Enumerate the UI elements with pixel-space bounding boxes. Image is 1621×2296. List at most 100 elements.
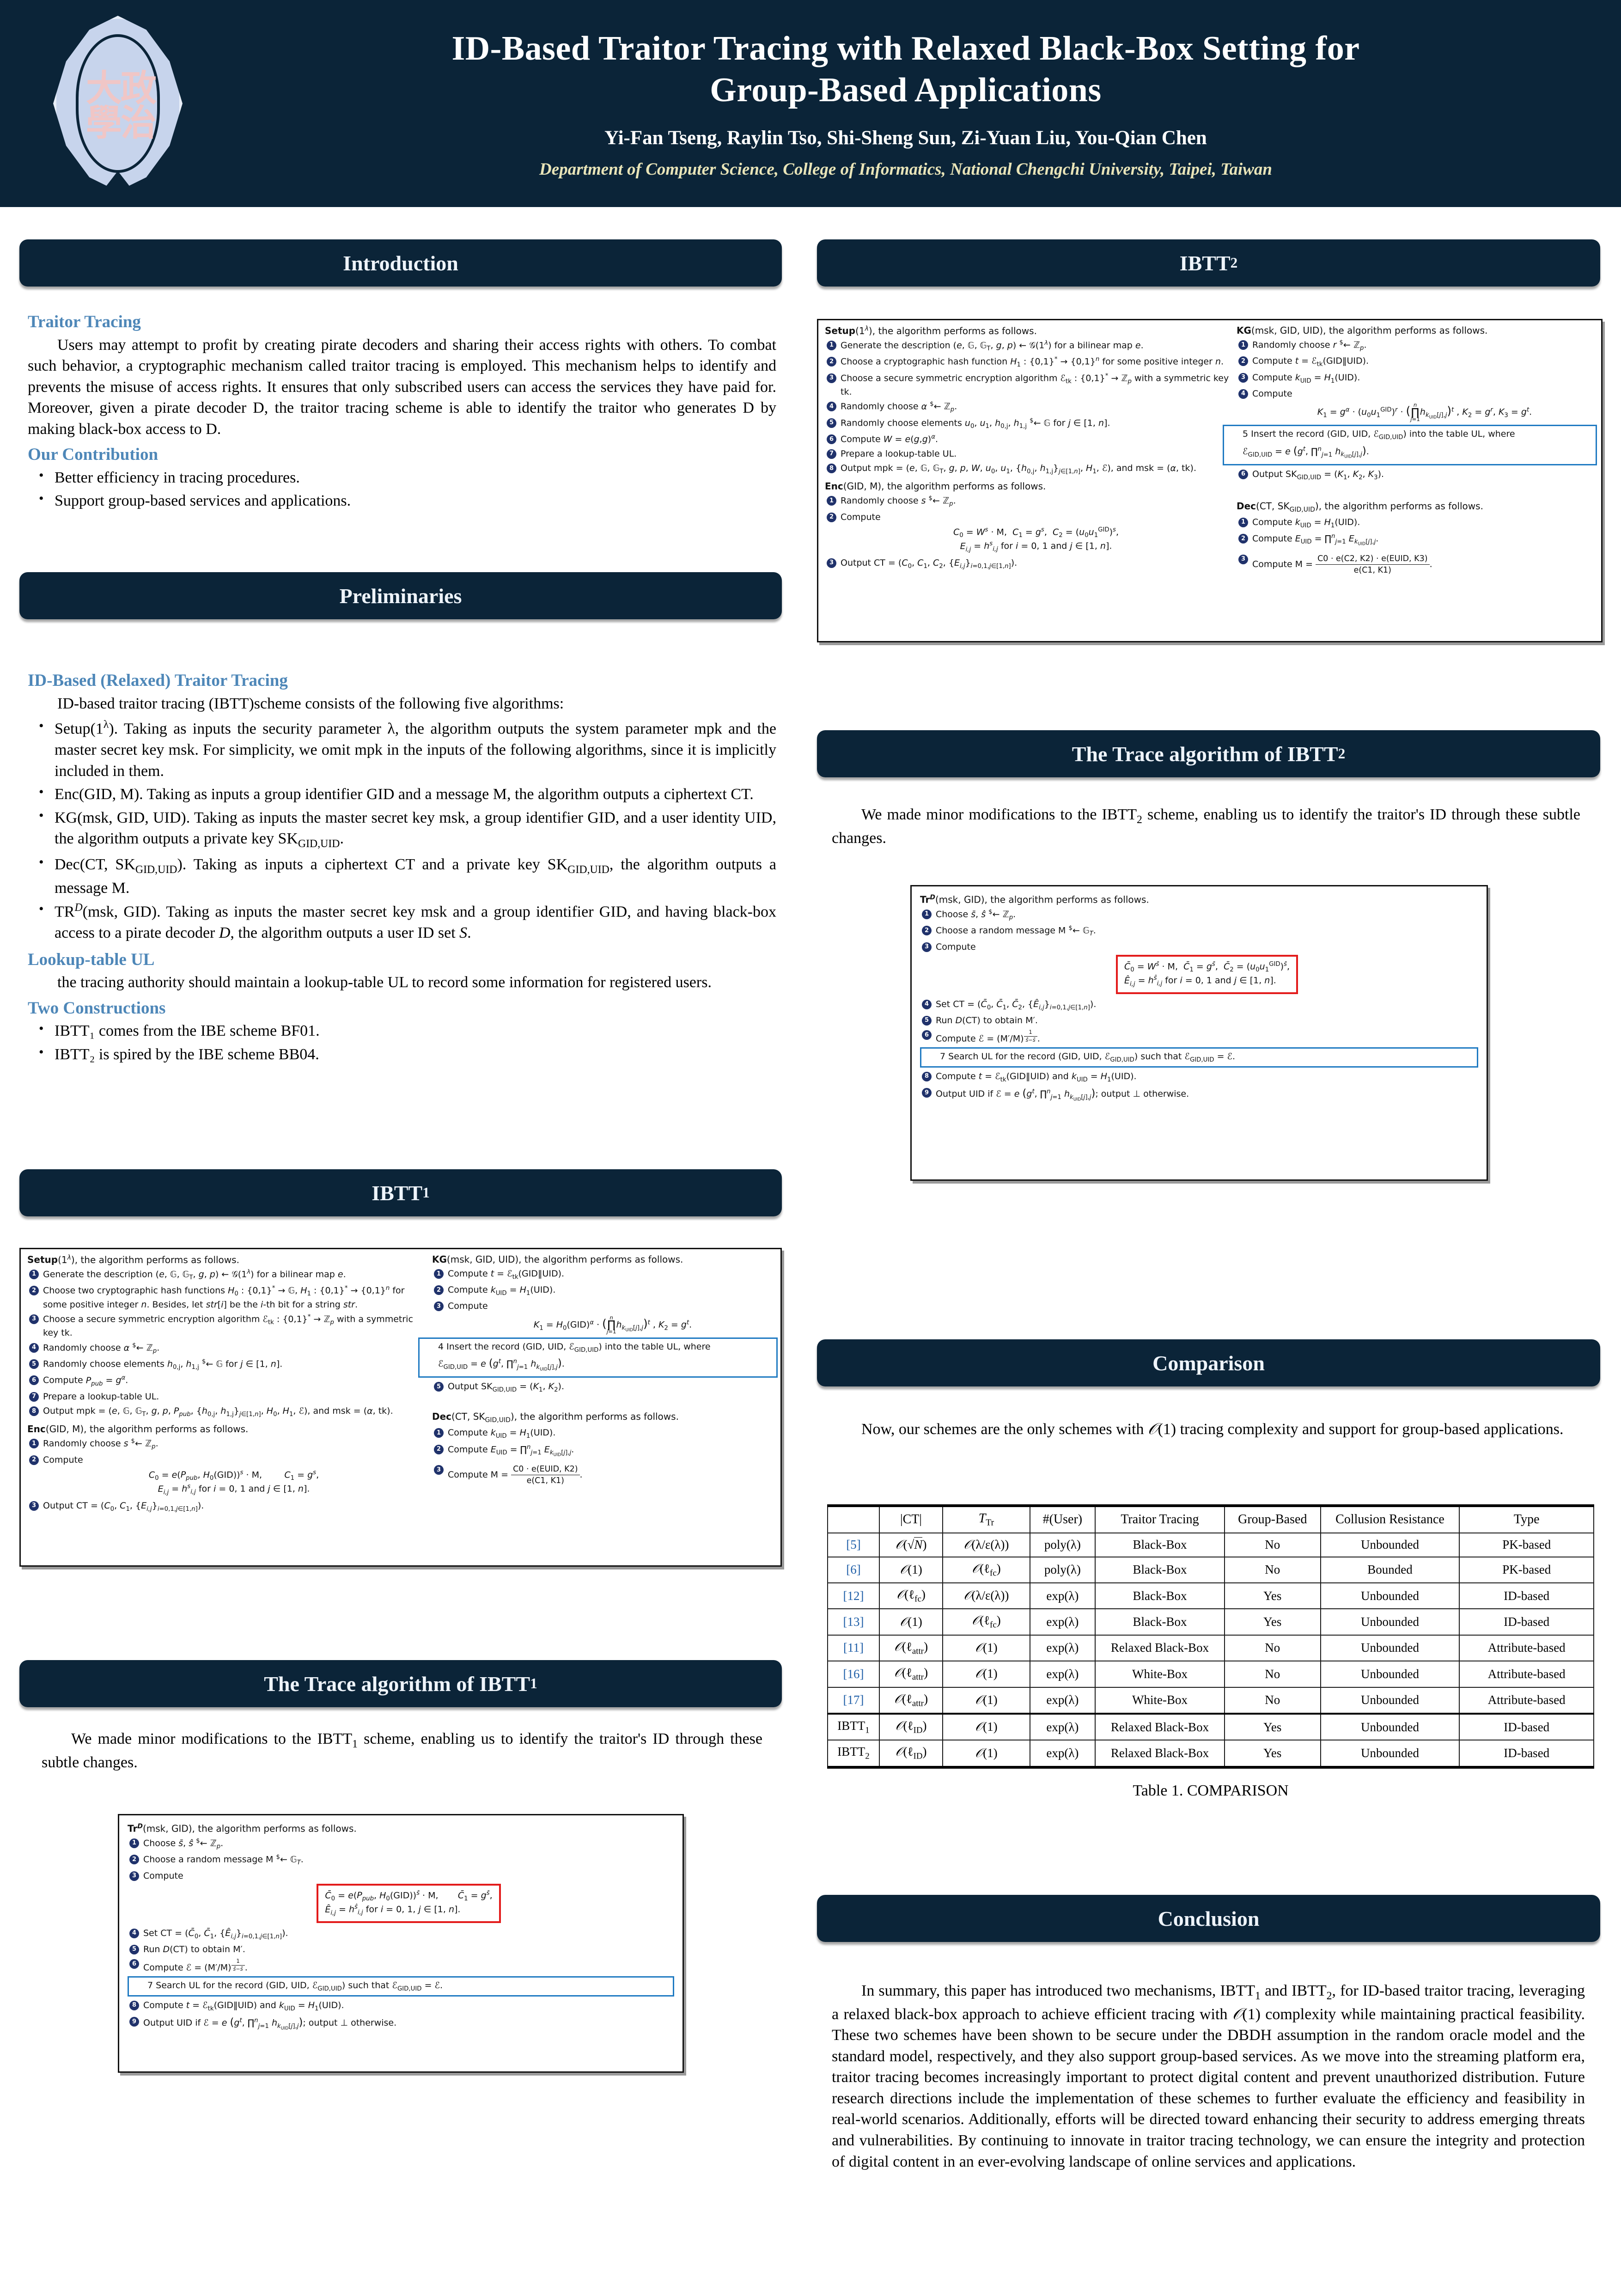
comparison-table-body: [5] 𝒪(√N) 𝒪(λ/ε(λ)) poly(λ) Black-Box No… [827,1532,1594,1769]
step: 1 Compute t = ℰtk(GID‖UID). [432,1268,778,1282]
step: 6 Compute ℰ = (M′/M) 1 ŝ−s̄. [128,1958,674,1974]
step: 5 Randomly choose elements u0, u1, h0,j, … [825,417,1231,431]
cell-group: No [1224,1661,1321,1688]
list-item: IBTT₁ comes from the IBE scheme BF01. [28,1020,776,1042]
list-item: Better efficiency in tracing procedures. [28,466,776,489]
cell-ref: [5] [827,1532,880,1557]
step: 1 Compute kUID = H1(UID). [432,1427,778,1441]
preliminaries-intro: ID-based traitor tracing (IBTT)scheme co… [57,695,564,712]
step: 2 Compute t = ℰtk(GID‖UID). [1237,355,1597,369]
step: 7 Search UL for the record (GID, UID, ℰG… [920,1047,1478,1068]
cell-type: ID-based [1459,1608,1594,1636]
ibtt1-algorithm-box: Setup(1λ), the algorithm performs as fol… [19,1248,782,1567]
comparison-intro-paragraph: Now, our schemes are the only schemes wi… [861,1421,1564,1438]
section-header-ibtt2: IBTT 2 [817,239,1600,287]
ibtt1-setup-title: Setup(1λ), the algorithm performs as fol… [27,1254,239,1265]
logo-notch-icon [102,171,134,191]
step: 1 Generate the description (e, 𝔾, 𝔾T, g, … [825,339,1231,353]
cell-collusion: Unbounded [1320,1712,1460,1741]
ibtt1-left-column: Setup(1λ), the algorithm performs as fol… [27,1254,425,1518]
step: 3 Output CT = (C0, C1, {Ei,j}i=0,1,j∈[1,n… [27,1500,425,1514]
trace2-title: TrD(msk, GID), the algorithm performs as… [920,894,1149,905]
ibtt1-enc-title: Enc(GID, M), the algorithm performs as f… [27,1423,249,1435]
step: 2 Compute C0 = e(Ppub, H0(GID))s · M, C1 … [27,1454,425,1497]
cell-ttr: 𝒪(ℓfc) [942,1608,1030,1636]
cell-ct: 𝒪(ℓID) [879,1712,943,1741]
poster-header: 政治大學 ID-Based Traitor Tracing with Relax… [0,0,1621,207]
step: 7 Search UL for the record (GID, UID, ℰG… [128,1976,674,1997]
cell-type: Attribute-based [1459,1634,1594,1662]
table-row: [17] 𝒪(ℓattr) 𝒪(1) exp(λ) White-Box No U… [827,1686,1594,1714]
cell-group: No [1224,1532,1321,1557]
ibtt2-enc-title: Enc(GID, M), the algorithm performs as f… [825,481,1046,492]
table-row: IBTT1 𝒪(ℓID) 𝒪(1) exp(λ) Relaxed Black-B… [827,1712,1594,1741]
trace1-highlight-red: C̄0 = e(Ppub, H0(GID))s̄ · M, C̄1 = gs̄,… [317,1883,501,1923]
trace1-highlight-blue: 7 Search UL for the record (GID, UID, ℰG… [128,1976,674,1997]
cell-collusion: Unbounded [1320,1608,1460,1636]
subhead-lookup-table: Lookup-table UL [28,950,155,969]
ibtt1-right-column: KG(msk, GID, UID), the algorithm perform… [418,1254,778,1491]
step: 5 Randomly choose elements h0,j, h1,j $← … [27,1358,425,1372]
step: 2 Compute EUID = ∏nj=1 EkUID[j],j. [432,1443,778,1459]
step: 2 Choose two cryptographic hash functions… [27,1284,425,1311]
algorithms-list: Setup(1λ). Taking as inputs the security… [28,717,776,943]
cell-group: Yes [1224,1740,1321,1769]
trace1-intro: We made minor modifications to the IBTT1… [42,1728,762,1773]
cell-type: Attribute-based [1459,1686,1594,1714]
constructions-list: IBTT₁ comes from the IBE scheme BF01. IB… [28,1020,776,1065]
ibtt1-kg-steps: 1 Compute t = ℰtk(GID‖UID). 2 Compute kUID… [418,1268,778,1394]
cell-group: No [1224,1634,1321,1662]
step: 8 Compute t = ℰtk(GID‖UID) and kUID = H1(… [920,1070,1478,1084]
comparison-table-wrap: |CT| TTr #(User) Traitor Tracing Group-B… [827,1504,1594,1769]
cell-ct: 𝒪(ℓID) [879,1740,943,1769]
step: 7 Prepare a lookup-table UL. [825,448,1231,460]
col-header-group: Group-Based [1224,1504,1321,1533]
step: 3 Compute M = C0 · e(C2, K2) · e(EUID, K3… [1237,553,1597,576]
page-title-line-2: Group-Based Applications [710,71,1102,109]
step: 1 Generate the description (e, 𝔾, 𝔾T, g, … [27,1268,425,1282]
cell-users: exp(λ) [1029,1608,1096,1636]
ibtt1-kg-title: KG(msk, GID, UID), the algorithm perform… [432,1254,683,1265]
col-header-ttr: TTr [942,1504,1030,1533]
cell-collusion: Unbounded [1320,1686,1460,1714]
ibtt1-dec-title: Dec(CT, SKGID,UID), the algorithm perfor… [432,1411,679,1424]
cell-tracing: Relaxed Black-Box [1094,1740,1225,1769]
step: 3 Compute C̄0 = Ws̄ · M, C̄1 = gs̄, C̄2 =… [920,941,1478,996]
cell-tracing: Relaxed Black-Box [1094,1712,1225,1741]
step: 4 Randomly choose α $← ℤp. [825,400,1231,414]
step: 2 Choose a cryptographic hash function H1… [825,355,1231,369]
step: 6 Compute Ppub = gα. [27,1374,425,1388]
step: 3 Choose a secure symmetric encryption al… [27,1313,425,1339]
ibtt1-kg-equation: K1 = H0(GID)α · (n ∏ j=1 hkUID[j],j)t , K2 … [533,1314,692,1335]
cell-ttr: 𝒪(1) [942,1712,1030,1741]
ibtt1-enc-steps: 1 Randomly choose s $← ℤp. 2 Compute C0 = … [27,1437,425,1514]
ibtt2-kg-highlight-blue: 5 Insert the record (GID, UID, ℰGID,UID)… [1223,425,1597,465]
subhead-traitor-tracing: Traitor Tracing [28,312,141,331]
subhead-two-constructions: Two Constructions [28,998,166,1018]
cell-group: No [1224,1686,1321,1714]
step: 5 Insert the record (GID, UID, ℰGID,UID)… [1223,425,1597,465]
table-row: [6] 𝒪(1) 𝒪(ℓfc) poly(λ) Black-Box No Bou… [827,1556,1594,1583]
cell-collusion: Unbounded [1320,1661,1460,1688]
cell-tracing: White-Box [1094,1686,1225,1714]
cell-type: Attribute-based [1459,1661,1594,1688]
step: 8 Output mpk = (e, 𝔾, 𝔾T, g, p, W, u0, u1… [825,462,1231,476]
ibtt2-kg-title: KG(msk, GID, UID), the algorithm perform… [1237,325,1488,336]
step: 4 Compute K1 = gα · (u0u1GID)r · (n ∏ j=1 hk… [1237,388,1597,422]
step: 9 Output UID if ℰ = e (gt, ∏nj=1 hkUID[j]… [128,2015,674,2032]
cell-users: exp(λ) [1029,1712,1096,1741]
step: 3 Compute C̄0 = e(Ppub, H0(GID))s̄ · M, C… [128,1870,674,1925]
table-header-row: |CT| TTr #(User) Traitor Tracing Group-B… [827,1504,1594,1533]
page-title-line-1: ID-Based Traitor Tracing with Relaxed Bl… [451,29,1360,67]
cell-group: Yes [1224,1608,1321,1636]
cell-collusion: Bounded [1320,1556,1460,1583]
step: 4 Insert the record (GID, UID, ℰGID,UID)… [418,1337,778,1378]
trace2-steps: 1 Choose s̄, ŝ $← ℤp. 2 Choose a random m… [920,908,1478,1103]
step: 2 Compute kUID = H1(UID). [432,1284,778,1298]
cell-tracing: Black-Box [1094,1582,1225,1610]
logo-glyph-text: 政治大學 [80,69,156,138]
ibtt1-kg-highlight-blue: 4 Insert the record (GID, UID, ℰGID,UID)… [418,1337,778,1378]
cell-ref: [13] [827,1608,880,1636]
cell-tracing: Black-Box [1094,1608,1225,1636]
ibtt2-dec-title: Dec(CT, SKGID,UID), the algorithm perfor… [1237,500,1483,513]
